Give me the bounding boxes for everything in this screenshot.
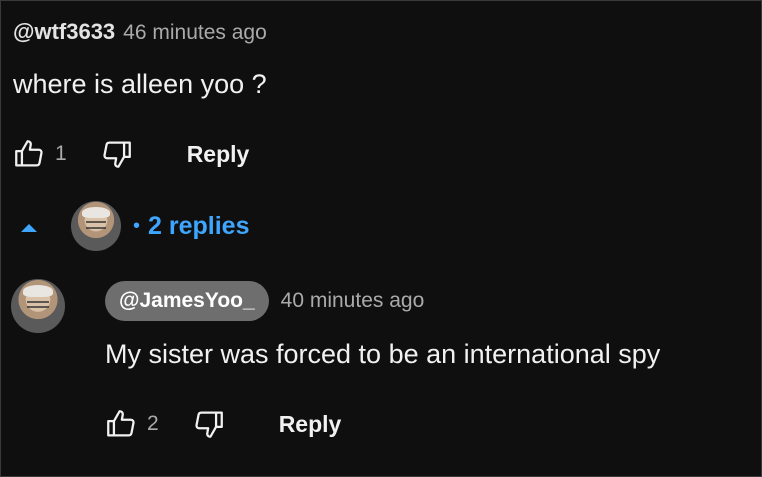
reply-dislike-button[interactable] (189, 404, 229, 444)
replies-toggle[interactable]: • 2 replies (21, 201, 249, 251)
separator-dot: • (133, 214, 141, 237)
comment-text: where is alleen yoo ? (13, 69, 267, 99)
caret-up-icon (21, 224, 37, 232)
comment-header: @wtf3633 46 minutes ago (13, 19, 267, 45)
reply-avatar[interactable] (11, 279, 65, 333)
thumbs-down-icon (103, 141, 131, 168)
reply-like-button[interactable] (101, 404, 141, 444)
reply-text: My sister was forced to be an internatio… (105, 339, 661, 369)
reply-actions: 2 Reply (101, 404, 341, 444)
comment-thread: @wtf3633 46 minutes ago where is alleen … (0, 0, 762, 477)
comment-actions: 1 Reply (9, 134, 249, 174)
dislike-button[interactable] (97, 134, 137, 174)
like-button[interactable] (9, 134, 49, 174)
like-count: 1 (55, 142, 67, 165)
avatar (71, 201, 121, 251)
comment-author[interactable]: @wtf3633 (13, 19, 115, 45)
thumbs-down-icon (195, 411, 223, 438)
replies-count-label[interactable]: 2 replies (148, 212, 249, 241)
reply-like-count: 2 (147, 412, 159, 435)
comment-timestamp[interactable]: 46 minutes ago (123, 21, 267, 45)
reply-author-chip[interactable]: @JamesYoo_ (105, 281, 269, 321)
reply-button[interactable]: Reply (187, 141, 250, 168)
reply-header: @JamesYoo_ 40 minutes ago (105, 281, 424, 321)
thumbs-up-icon (15, 140, 43, 167)
reply-timestamp[interactable]: 40 minutes ago (281, 289, 425, 313)
reply-reply-button[interactable]: Reply (279, 411, 342, 438)
thumbs-up-icon (107, 410, 135, 437)
